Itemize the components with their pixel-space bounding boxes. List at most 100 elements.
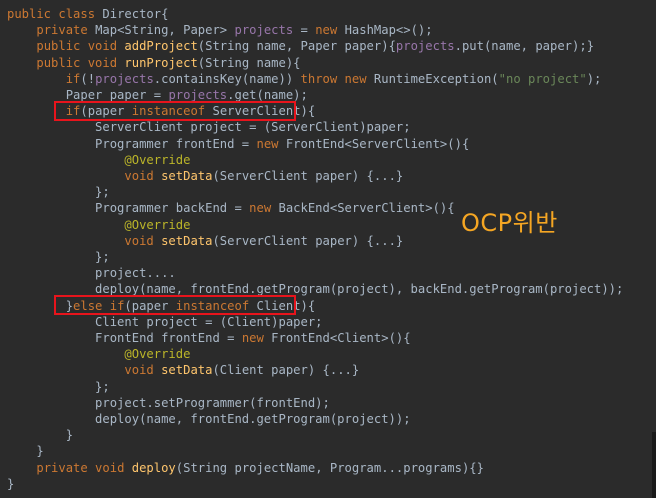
code-line[interactable]: };	[7, 379, 110, 395]
code-line[interactable]: void setData(ServerClient paper) {...}	[7, 233, 403, 249]
code-token: new	[256, 136, 286, 151]
code-token: (String projectName, Program...programs)…	[175, 460, 484, 475]
code-token: }	[7, 428, 74, 443]
code-line[interactable]: @Override	[7, 217, 190, 233]
code-token: project.setProgrammer(frontEnd);	[7, 395, 330, 410]
code-token: BackEnd<ServerClient>(){	[278, 201, 455, 216]
code-line[interactable]: };	[7, 249, 110, 265]
code-token: @Override	[124, 217, 191, 232]
code-token: };	[7, 250, 110, 264]
code-editor[interactable]: public class Director{ private Map<Strin…	[0, 0, 656, 498]
code-token: );	[586, 71, 602, 86]
code-token: }	[7, 444, 44, 459]
code-token: runProject	[124, 55, 198, 70]
code-token: @Override	[124, 152, 191, 167]
code-token: };	[7, 185, 110, 200]
code-token: setData	[161, 233, 213, 248]
code-token: =	[293, 23, 316, 38]
code-token: .get(name);	[227, 88, 308, 102]
code-token: deploy(name, frontEnd.getProgram(project…	[7, 412, 411, 426]
code-line[interactable]: public void runProject(String name){	[7, 55, 301, 71]
highlight-box-serverclient-check	[54, 101, 296, 121]
code-token: @Override	[124, 347, 191, 362]
code-token: void	[124, 233, 162, 248]
code-token: projects	[95, 71, 154, 86]
code-token: private	[36, 23, 96, 38]
code-line[interactable]: project....	[7, 265, 176, 281]
code-token: new	[249, 201, 279, 216]
code-token: FrontEnd<Client>(){	[271, 331, 411, 345]
code-token: (String name, Paper paper){	[197, 39, 396, 54]
code-token: (ServerClient paper) {...}	[212, 233, 404, 248]
code-token: (String name){	[197, 55, 301, 70]
code-token: deploy	[131, 460, 176, 475]
code-line[interactable]: }	[7, 476, 14, 492]
code-token: Programmer frontEnd =	[7, 136, 257, 151]
code-token: projects	[395, 39, 455, 54]
code-token: addProject	[124, 39, 198, 54]
code-token: public void	[36, 39, 125, 54]
code-line[interactable]: Programmer backEnd = new BackEnd<ServerC…	[7, 200, 455, 216]
code-line[interactable]: deploy(name, frontEnd.getProgram(project…	[7, 411, 411, 427]
code-token: if	[65, 71, 81, 86]
code-line[interactable]: }	[7, 443, 44, 459]
code-line[interactable]: public void addProject(String name, Pape…	[7, 38, 594, 54]
code-line[interactable]: public class Director{	[7, 6, 168, 22]
code-token: new	[315, 23, 345, 38]
code-token: setData	[161, 169, 213, 183]
code-token: projects	[168, 88, 228, 102]
code-line[interactable]: if(!projects.containsKey(name)) throw ne…	[7, 71, 602, 87]
code-token: "no project"	[498, 71, 587, 86]
code-line[interactable]: private void deploy(String projectName, …	[7, 460, 484, 476]
code-token: ServerClient project = (ServerClient)pap…	[7, 120, 411, 135]
code-token: public class	[7, 7, 103, 21]
code-line[interactable]: FrontEnd frontEnd = new FrontEnd<Client>…	[7, 330, 411, 346]
code-line[interactable]: Client project = (Client)paper;	[7, 314, 323, 330]
code-token: Paper paper =	[7, 88, 169, 102]
code-token: };	[7, 379, 110, 394]
code-token: FrontEnd frontEnd =	[7, 331, 242, 345]
scrollbar[interactable]	[652, 432, 656, 498]
code-line[interactable]: @Override	[7, 152, 190, 168]
code-token: FrontEnd<ServerClient>(){	[285, 136, 470, 151]
code-token: private void	[36, 460, 132, 475]
code-line[interactable]: project.setProgrammer(frontEnd);	[7, 395, 330, 411]
code-token: void	[124, 363, 162, 378]
code-token: Map<String, Paper>	[95, 23, 235, 38]
code-token: new	[241, 331, 272, 345]
code-token: .put(name, paper);}	[454, 39, 595, 54]
code-token: Director{	[102, 7, 169, 21]
code-token: HashMap<>();	[344, 23, 433, 38]
code-token: Programmer backEnd =	[7, 201, 250, 216]
code-token: }	[7, 476, 15, 491]
code-token: project....	[7, 266, 176, 281]
code-line[interactable]: }	[7, 427, 73, 443]
code-line[interactable]: private Map<String, Paper> projects = ne…	[7, 22, 433, 38]
ocp-violation-note: OCP위반	[461, 209, 558, 237]
code-line[interactable]: @Override	[7, 346, 190, 362]
code-line[interactable]: Programmer frontEnd = new FrontEnd<Serve…	[7, 136, 469, 152]
code-token: throw new	[300, 71, 374, 86]
code-token: projects	[234, 23, 294, 38]
code-line[interactable]: };	[7, 184, 110, 200]
code-token: (ServerClient paper) {...}	[212, 169, 404, 183]
code-token: (!	[80, 71, 96, 86]
code-line[interactable]: void setData(ServerClient paper) {...}	[7, 168, 403, 184]
code-token: Client project = (Client)paper;	[7, 314, 323, 329]
code-token: .containsKey(name))	[153, 71, 301, 86]
code-token: (Client paper) {...}	[212, 363, 360, 378]
code-line[interactable]: void setData(Client paper) {...}	[7, 362, 359, 378]
code-token: void	[124, 169, 162, 183]
highlight-box-client-check	[54, 295, 296, 315]
code-line[interactable]: ServerClient project = (ServerClient)pap…	[7, 119, 411, 135]
